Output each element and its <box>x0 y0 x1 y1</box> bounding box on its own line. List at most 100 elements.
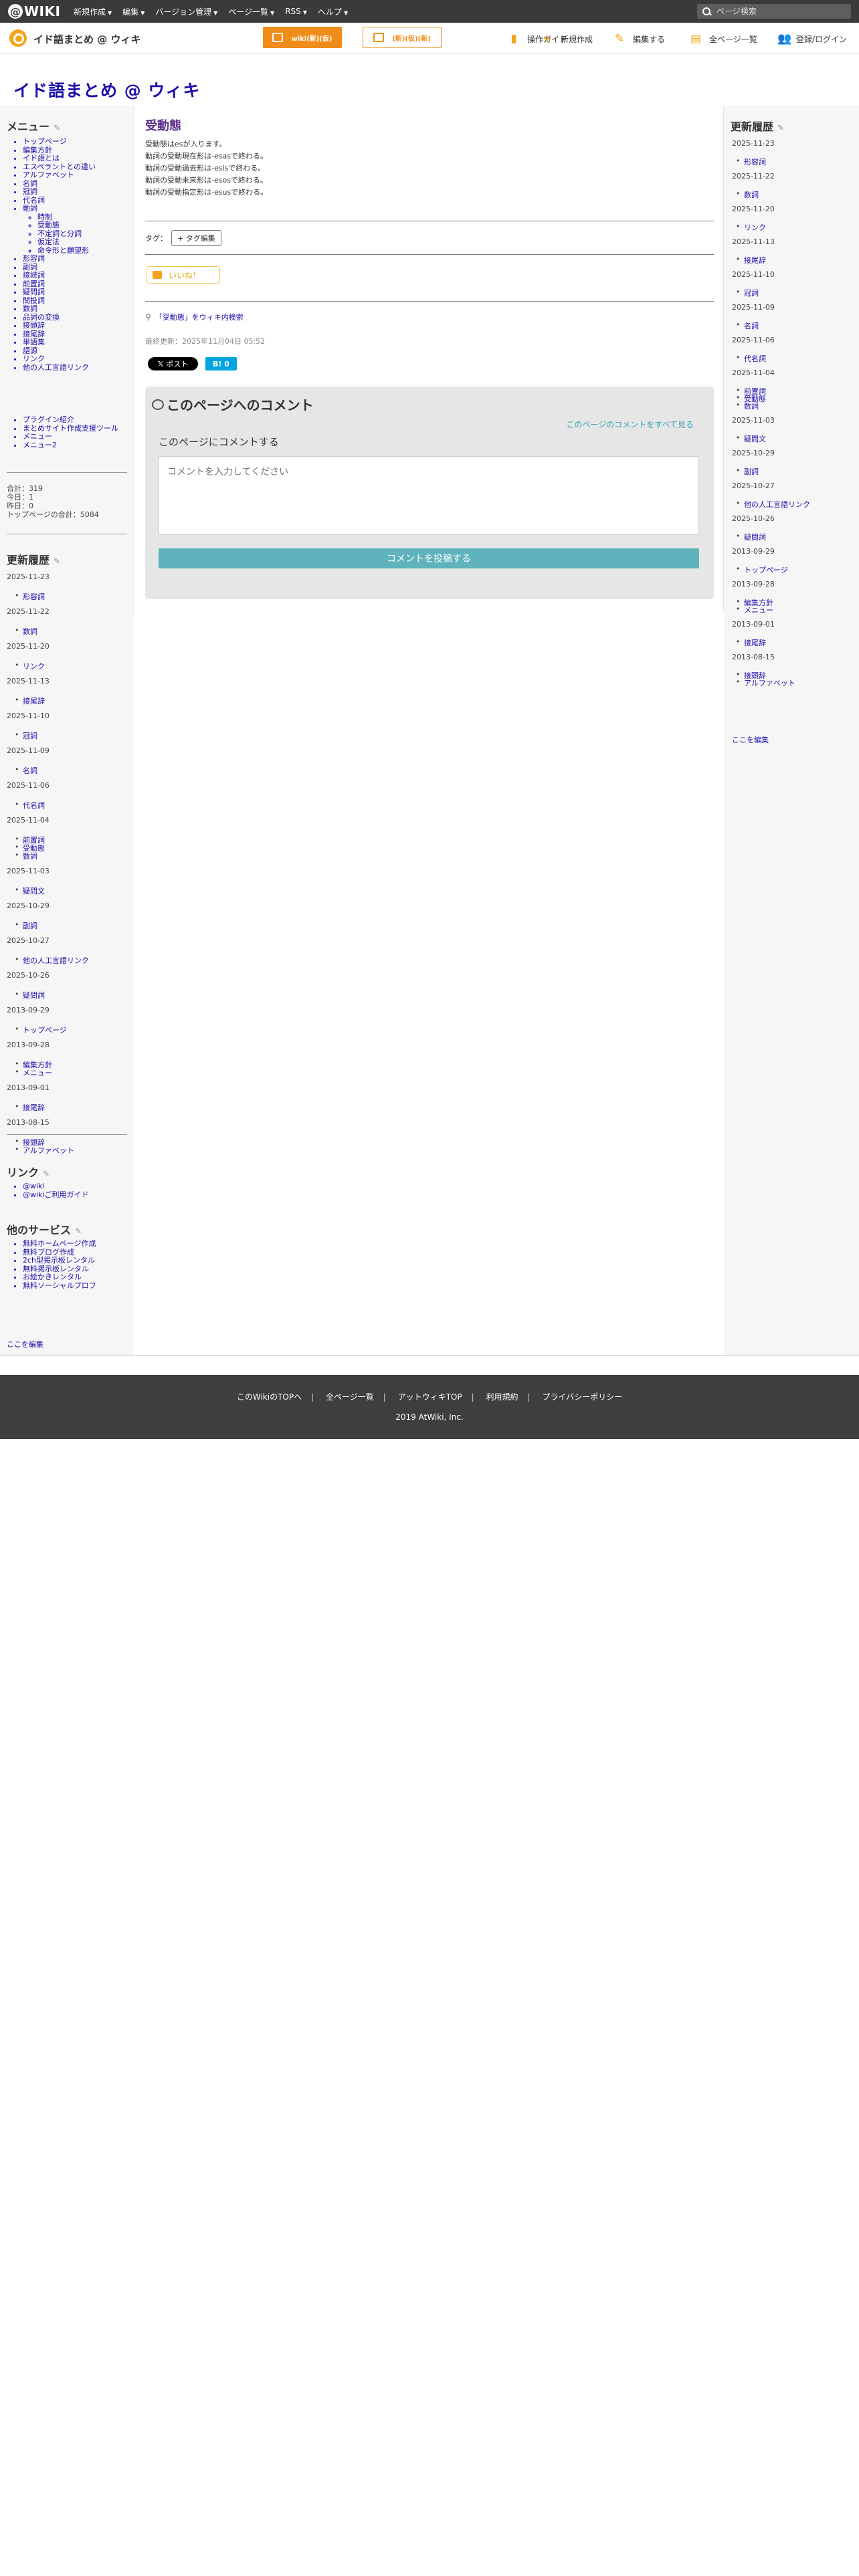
footer-link[interactable]: このWikiのTOPへ <box>237 1392 302 1402</box>
history-item[interactable]: 接尾辞 <box>15 695 45 706</box>
service-item[interactable]: 無料ソーシャルプロフ <box>23 1281 96 1291</box>
history-item[interactable]: 数詞 <box>15 851 37 861</box>
pencil-icon[interactable]: ✎ <box>54 556 60 566</box>
site-name[interactable]: イド語まとめ @ ウィキ <box>33 32 140 46</box>
right-edit-here-link[interactable]: ここを編集 <box>732 734 769 745</box>
history-item[interactable]: 数詞 <box>15 626 37 637</box>
history-item[interactable]: 疑問詞 <box>736 532 766 542</box>
history-item[interactable]: 数詞 <box>736 401 759 411</box>
footer-link[interactable]: アットウィキTOP <box>398 1392 462 1402</box>
menu-pages[interactable]: ページ一覧 ▼ <box>228 6 274 17</box>
menu-item[interactable]: 接続詞 <box>23 271 96 280</box>
menu-item[interactable]: 数詞 <box>23 304 96 314</box>
history-item[interactable]: 疑問文 <box>736 433 766 444</box>
history-item[interactable]: 冠詞 <box>736 288 759 298</box>
pencil-icon[interactable]: ✎ <box>777 123 784 132</box>
menu-item[interactable]: 疑問詞 <box>23 288 96 297</box>
history-item[interactable]: トップページ <box>736 564 788 575</box>
history-item[interactable]: 疑問文 <box>15 885 45 896</box>
history-item[interactable]: 接尾辞 <box>736 637 766 648</box>
history-item[interactable]: 数詞 <box>736 189 759 200</box>
service-item[interactable]: 無料ホームページ作成 <box>23 1239 96 1249</box>
service-item[interactable]: お絵かきレンタル <box>23 1273 96 1282</box>
comment-textarea[interactable] <box>159 456 699 535</box>
footer-link[interactable]: プライバシーポリシー <box>542 1392 622 1402</box>
history-item[interactable]: リンク <box>15 661 45 671</box>
menu-item[interactable]: 冠詞 <box>23 187 96 197</box>
tag-edit-button[interactable]: + タグ編集 <box>171 230 221 246</box>
footer-link[interactable]: 利用規約 <box>486 1392 518 1402</box>
menu-item[interactable]: リンク <box>23 354 96 364</box>
history-item[interactable]: アルファベット <box>736 677 795 688</box>
edit-page-link[interactable]: ✎ 編集する <box>614 32 665 45</box>
history-item[interactable]: リンク <box>736 222 766 233</box>
all-pages-link[interactable]: ▤ 全ページ一覧 <box>690 32 757 45</box>
page-title[interactable]: イド語まとめ @ ウィキ <box>13 78 200 102</box>
history-item[interactable]: アルファベット <box>15 1145 74 1156</box>
submenu-item[interactable]: 受動態 <box>37 221 96 230</box>
page-search[interactable] <box>697 4 851 19</box>
menu-new[interactable]: 新規作成 ▼ <box>74 6 112 17</box>
menu-item[interactable]: 単語集 <box>23 338 96 347</box>
footer-link[interactable]: 全ページ一覧 <box>326 1392 374 1402</box>
history-item[interactable]: 他の人工言語リンク <box>736 499 810 510</box>
menu-item[interactable]: 形容詞 <box>23 254 96 263</box>
menu-item-verb[interactable]: 動詞 時制 受動態 不定詞と分詞 仮定法 命令形と願望形 <box>23 204 96 255</box>
link-item[interactable]: @wiki <box>23 1182 88 1191</box>
hatena-bookmark-button[interactable]: B! 0 <box>205 357 237 370</box>
history-item[interactable]: 接尾辞 <box>15 1102 45 1113</box>
menu-item[interactable]: アルファベット <box>23 171 96 180</box>
atwiki-logo[interactable]: @ WIKI <box>8 3 60 19</box>
menu-item[interactable]: 接頭辞 <box>23 321 96 330</box>
left-edit-here-link[interactable]: ここを編集 <box>7 1339 43 1350</box>
new-page-link[interactable]: + 新規作成 <box>542 32 593 45</box>
menu-edit[interactable]: 編集 ▼ <box>122 6 145 17</box>
menu-help[interactable]: ヘルプ ▼ <box>318 6 348 17</box>
history-item[interactable]: 副詞 <box>736 466 759 477</box>
history-item[interactable]: 冠詞 <box>15 730 37 741</box>
submenu-item[interactable]: 仮定法 <box>37 237 96 247</box>
history-item[interactable]: 他の人工言語リンク <box>15 955 89 966</box>
search-input[interactable] <box>715 6 838 17</box>
history-item[interactable]: 名詞 <box>15 765 37 776</box>
pencil-icon[interactable]: ✎ <box>75 1226 82 1236</box>
site-logo-icon[interactable] <box>9 29 27 47</box>
history-item[interactable]: メニュー <box>15 1067 52 1078</box>
extra-item[interactable]: メニュー2 <box>23 441 118 450</box>
history-item[interactable]: トップページ <box>15 1025 67 1035</box>
history-item[interactable]: 疑問詞 <box>15 990 45 1000</box>
menu-version[interactable]: バージョン管理 ▼ <box>155 6 217 17</box>
x-post-button[interactable]: 𝕏 ポスト <box>148 357 198 370</box>
menu-rss[interactable]: RSS ▼ <box>285 7 307 16</box>
extra-item[interactable]: プラグイン紹介 <box>23 415 118 425</box>
history-date: 2013-09-28 <box>732 580 775 588</box>
service-item[interactable]: 2ch型掲示板レンタル <box>23 1256 96 1265</box>
history-item[interactable]: 副詞 <box>15 920 37 931</box>
pencil-icon[interactable]: ✎ <box>43 1169 50 1178</box>
comment-submit-button[interactable]: コメントを投稿する <box>159 548 699 568</box>
history-item[interactable]: 名詞 <box>736 320 759 331</box>
menu-item[interactable]: イド語とは <box>23 154 96 163</box>
history-item[interactable]: 代名詞 <box>736 353 766 364</box>
link-item[interactable]: @wikiご利用ガイド <box>23 1190 88 1200</box>
history-item[interactable]: メニュー <box>736 605 773 615</box>
ad-button[interactable]: (新)(仮)(新) <box>363 27 442 48</box>
history-item[interactable]: 形容詞 <box>736 156 766 167</box>
menu-heading: メニュー ✎ <box>7 120 61 133</box>
menu-list: トップページ 編集方針 イド語とは エスペラントとの違い アルファベット 名詞 … <box>7 137 96 372</box>
like-button[interactable]: いいね！ <box>147 266 220 284</box>
history-item[interactable]: 代名詞 <box>15 800 45 811</box>
history-item[interactable]: 形容詞 <box>15 591 45 602</box>
login-link[interactable]: 👥 登録/ログイン <box>777 32 847 45</box>
links-heading: リンク ✎ <box>7 1166 50 1179</box>
extra-item[interactable]: メニュー <box>23 432 118 441</box>
menu-item[interactable]: トップページ <box>23 137 96 146</box>
pencil-icon[interactable]: ✎ <box>54 123 60 132</box>
wiki-edit-button[interactable]: wiki(新)(仮) <box>263 27 342 48</box>
submenu-item[interactable]: 命令形と願望形 <box>37 246 96 255</box>
all-comments-link[interactable]: このページのコメントをすべて見る <box>567 419 694 430</box>
wiki-search-link[interactable]: ⚲ 「受動態」をウィキ内検索 <box>145 312 244 322</box>
comment-title: このページへのコメント <box>152 395 314 414</box>
menu-item[interactable]: 他の人工言語リンク <box>23 363 96 372</box>
history-item[interactable]: 接尾辞 <box>736 255 766 265</box>
